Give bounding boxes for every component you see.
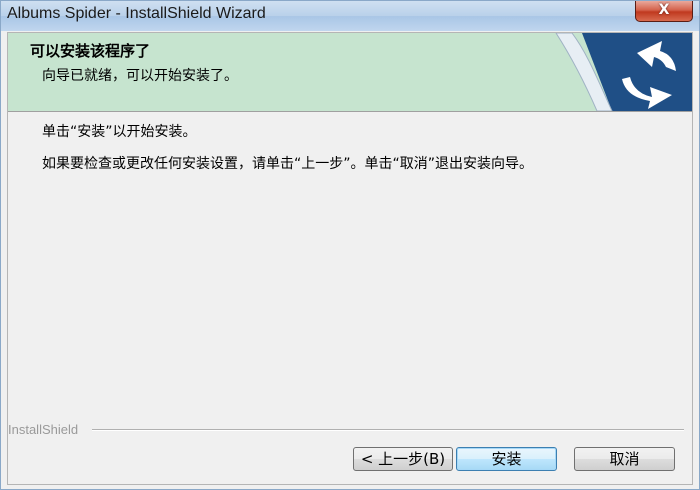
instruction-line-1: 单击“安装”以开始安装。 bbox=[42, 124, 197, 140]
installshield-brand-label: InstallShield bbox=[8, 422, 79, 437]
page-title: 可以安装该程序了 bbox=[30, 42, 151, 60]
installshield-brand-separator: InstallShield bbox=[8, 422, 692, 437]
page-subtitle: 向导已就绪，可以开始安装了。 bbox=[42, 68, 238, 84]
install-button[interactable]: 安装 bbox=[456, 447, 557, 471]
window-title: Albums Spider - InstallShield Wizard bbox=[7, 5, 266, 22]
wizard-content: 可以安装该程序了 向导已就绪，可以开始安装了。 单击“安装”以开始安装。 如果要… bbox=[7, 32, 693, 485]
separator-line bbox=[92, 429, 684, 431]
installer-window: Albums Spider - InstallShield Wizard X 可… bbox=[0, 0, 700, 490]
installshield-logo-icon bbox=[555, 33, 692, 111]
close-icon: X bbox=[658, 2, 670, 18]
instruction-line-2: 如果要检查或更改任何安装设置，请单击“上一步”。单击“取消”退出安装向导。 bbox=[42, 156, 534, 172]
title-bar[interactable]: Albums Spider - InstallShield Wizard X bbox=[1, 1, 699, 31]
back-button[interactable]: < 上一步(B) bbox=[353, 447, 453, 471]
wizard-header: 可以安装该程序了 向导已就绪，可以开始安装了。 bbox=[8, 33, 692, 112]
close-button[interactable]: X bbox=[635, 1, 693, 22]
cancel-button[interactable]: 取消 bbox=[574, 447, 675, 471]
